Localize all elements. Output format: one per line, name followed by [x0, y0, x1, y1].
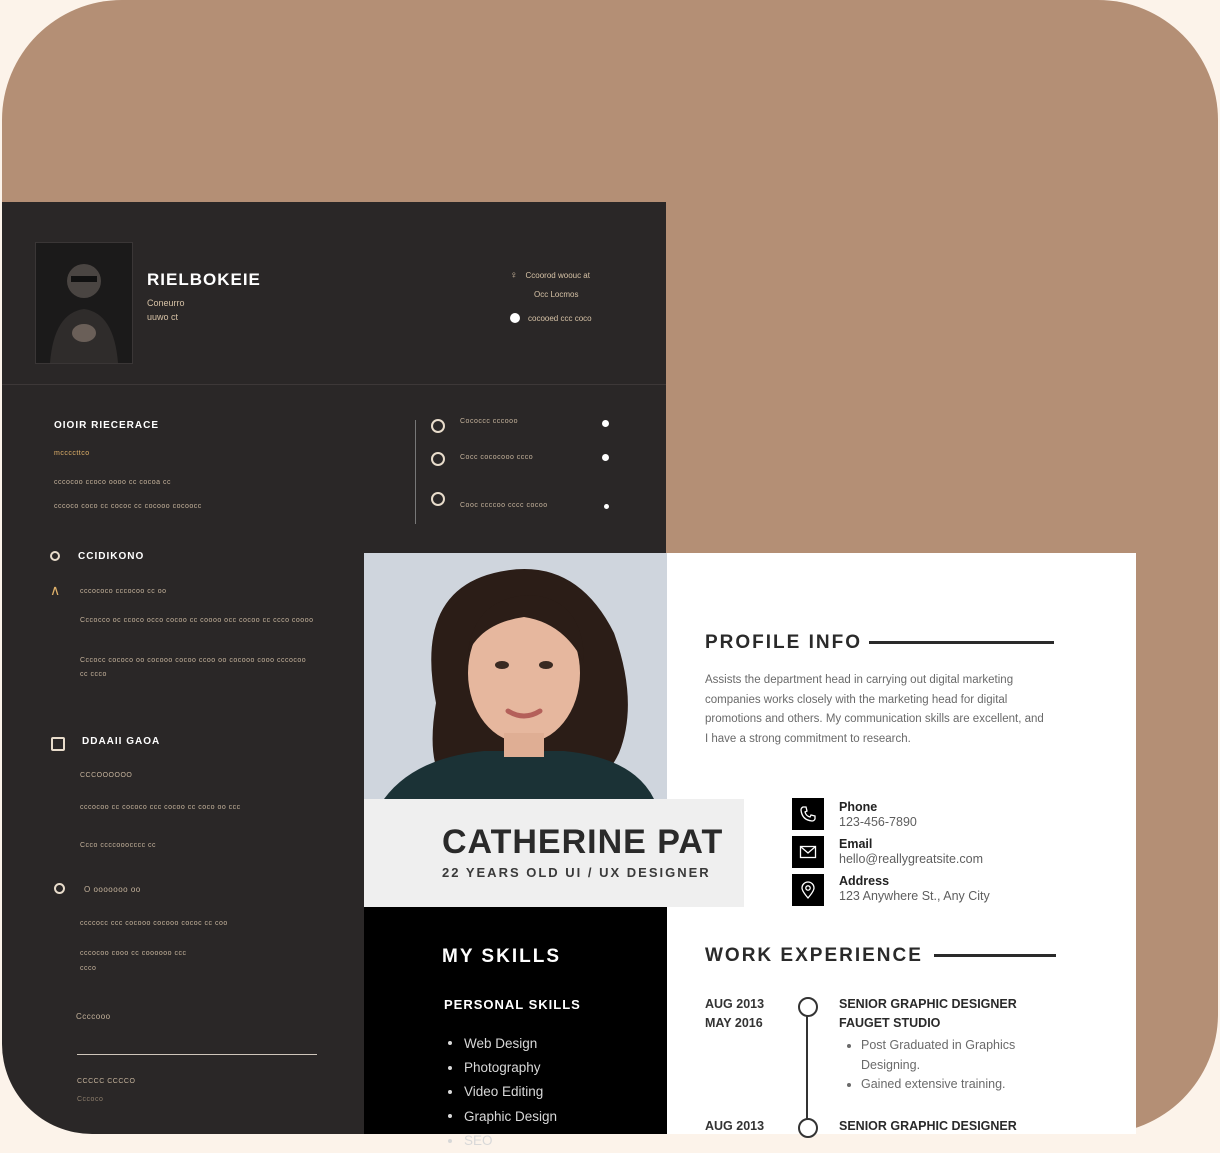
list-item: Web Design — [448, 1031, 557, 1055]
job-title: SENIOR GRAPHIC DESIGNER — [839, 997, 1017, 1011]
text-line: cccocoo cooo cc coooooo ccc — [80, 950, 187, 957]
list-item: SEO — [448, 1129, 557, 1153]
contact-label: Phone — [839, 800, 878, 814]
text-line: cccocoo cc cococo ccc cocoo cc coco oo c… — [80, 804, 241, 811]
section-heading: O ooooooo oo — [84, 885, 141, 894]
text-line: cccoco coco cc cococ cc cocooo cocoocc — [54, 503, 202, 510]
text-line: ccco — [80, 965, 97, 972]
timeline-node — [798, 997, 818, 1017]
profile-text: Assists the department head in carrying … — [705, 674, 1044, 745]
dark-resume-subtitle: Coneurro — [147, 298, 185, 308]
bullet-icon — [602, 420, 609, 427]
side-item: Cococcc cccooo — [460, 418, 518, 425]
phone-icon — [792, 798, 824, 830]
bullet-icon — [510, 313, 520, 323]
list-item: Post Graduated in Graphics Designing. — [847, 1036, 1057, 1075]
profile-title: PROFILE INFO — [705, 632, 862, 653]
list-item: Gained extensive training. — [847, 1075, 1057, 1095]
dark-resume-photo — [35, 242, 133, 364]
contact-value: hello@reallygreatsite.com — [839, 852, 984, 866]
circle-icon — [431, 452, 445, 466]
divider — [415, 420, 416, 524]
circle-icon — [431, 419, 445, 433]
dark-contact-row: ♀ Ccoorod woouc at — [510, 270, 590, 281]
section-heading: DDAAII GAOA — [82, 736, 161, 747]
work-experience-title: WORK EXPERIENCE — [705, 945, 923, 966]
location-pin-icon — [792, 874, 824, 906]
job-date-end: MAY 2016 — [705, 1016, 763, 1030]
divider — [2, 384, 666, 385]
chevron-up-icon: ∧ — [50, 582, 61, 598]
skills-title: MY SKILLS — [442, 946, 561, 967]
divider — [869, 641, 1054, 644]
contact-label: Address — [839, 874, 890, 888]
paragraph: Cccocco oc ccoco occo cocoo cc coooo occ… — [80, 617, 314, 624]
section-heading: CCIDIKONO — [78, 551, 145, 562]
job-company: FAUGET STUDIO — [839, 1016, 941, 1030]
candidate-role: 22 YEARS OLD UI / UX DESIGNER — [442, 865, 711, 880]
skills-subtitle: PERSONAL SKILLS — [444, 997, 581, 1012]
section-heading: OIOIR RIECERACE — [54, 420, 160, 431]
job-date-start: AUG 2013 — [705, 1119, 765, 1133]
text-line: Ccco ccccooocccc cc — [80, 842, 157, 849]
skill-list: Web Design Photography Video Editing Gra… — [448, 1031, 557, 1153]
bullet-icon — [604, 504, 609, 509]
contact-value: 123 Anywhere St., Any City — [839, 889, 990, 903]
job-date-start: AUG 2013 — [705, 997, 765, 1011]
job-bullets: Post Graduated in Graphics Designing. Ga… — [847, 1036, 1057, 1095]
section-subheading: CCCOOOOOO — [80, 772, 133, 779]
dark-contact-row: Occ Locmos — [534, 290, 579, 299]
circle-icon — [50, 551, 60, 561]
circle-icon — [431, 492, 445, 506]
contact-value: 123-456-7890 — [839, 815, 917, 829]
experience-item: cccococo cccocoo cc oo — [80, 588, 167, 595]
profile-photo — [364, 553, 667, 799]
light-resume-template[interactable]: CATHERINE PAT 22 YEARS OLD UI / UX DESIG… — [364, 553, 1136, 1148]
text-line: Ccccooo — [76, 1012, 111, 1021]
person-icon: ♀ — [510, 270, 518, 281]
mail-icon — [792, 836, 824, 868]
list-item: Video Editing — [448, 1080, 557, 1104]
timeline-node — [798, 1118, 818, 1138]
timeline-line — [806, 1015, 808, 1134]
contact-label: Email — [839, 837, 873, 851]
square-icon — [51, 737, 65, 751]
circle-icon — [54, 883, 65, 894]
dark-contact-row: cocooed ccc coco — [510, 313, 592, 323]
text-line: cccocoo ccoco oooo cc cocoa cc — [54, 479, 171, 486]
candidate-name: CATHERINE PAT — [442, 823, 724, 861]
divider — [77, 1054, 317, 1055]
paragraph: Cccocc cococo oo cocooo cocoo ccoo oo co… — [80, 657, 307, 678]
job-title: SENIOR GRAPHIC DESIGNER — [839, 1119, 1017, 1133]
text-line: ccccocc ccc cocooo cocooo cococ cc coo — [80, 920, 228, 927]
footer-subtitle: Cccoco — [77, 1096, 104, 1103]
bullet-icon — [602, 454, 609, 461]
side-item: Cocc cococooo ccco — [460, 454, 534, 461]
dark-resume-name: RIELBOKEIE — [147, 270, 261, 289]
section-subheading: mccccttco — [54, 450, 90, 457]
list-item: Photography — [448, 1055, 557, 1079]
side-item: Cooc ccccoo cccc cocoo — [460, 502, 548, 509]
divider — [934, 954, 1056, 957]
footer-title: CCCCC CCCCO — [77, 1078, 136, 1085]
dark-resume-subtitle-2: uuwo ct — [147, 312, 179, 322]
list-item: Graphic Design — [448, 1104, 557, 1128]
